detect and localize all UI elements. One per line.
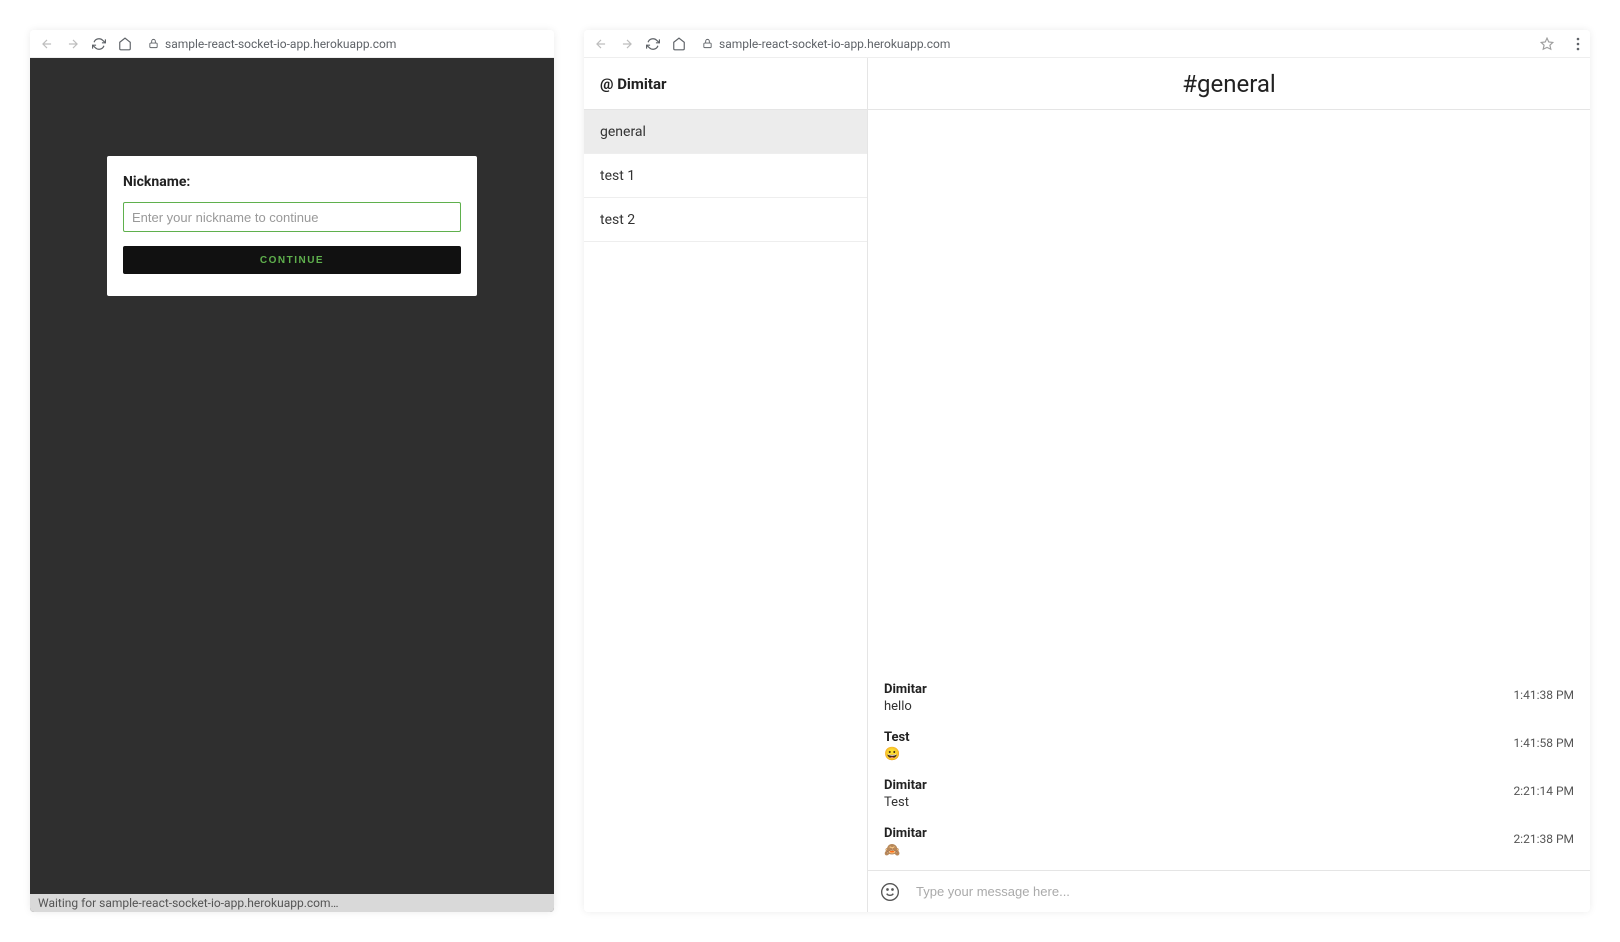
channel-item[interactable]: test 2 <box>584 198 867 242</box>
nickname-input[interactable] <box>123 202 461 232</box>
channel-title: #general <box>868 58 1590 110</box>
message-content: Dimitar 🙈 <box>884 826 927 858</box>
message-list: Dimitar hello 1:41:38 PM Test 😀 1:41:58 PM Dim… <box>868 110 1590 870</box>
lock-icon <box>702 38 713 49</box>
message-content: Test 😀 <box>884 730 910 762</box>
login-card: Nickname: CONTINUE <box>107 156 477 296</box>
message-user: Dimitar <box>884 778 927 793</box>
login-screen: Nickname: CONTINUE Waiting for sample-re… <box>30 58 554 912</box>
lock-icon <box>148 38 159 49</box>
home-icon[interactable] <box>672 37 686 51</box>
message-user: Dimitar <box>884 826 927 841</box>
home-icon[interactable] <box>118 37 132 51</box>
browser-toolbar: sample-react-socket-io-app.herokuapp.com <box>584 30 1590 58</box>
channel-item[interactable]: test 1 <box>584 154 867 198</box>
message-row: Dimitar 🙈 2:21:38 PM <box>884 822 1574 862</box>
address-bar[interactable]: sample-react-socket-io-app.herokuapp.com <box>698 37 1528 51</box>
username-prefix: @ <box>600 75 613 93</box>
message-input[interactable] <box>916 884 1578 899</box>
reload-icon[interactable] <box>646 37 660 51</box>
address-bar[interactable]: sample-react-socket-io-app.herokuapp.com <box>144 37 544 51</box>
channel-item[interactable]: general <box>584 110 867 154</box>
forward-icon[interactable] <box>620 37 634 51</box>
username-text: Dimitar <box>617 75 666 93</box>
browser-toolbar: sample-react-socket-io-app.herokuapp.com <box>30 30 554 58</box>
message-time: 2:21:14 PM <box>1513 784 1574 798</box>
url-text: sample-react-socket-io-app.herokuapp.com <box>165 37 396 51</box>
channel-name: test 2 <box>600 212 635 228</box>
main-chat: #general Dimitar hello 1:41:38 PM Test 😀 1:41… <box>868 58 1590 912</box>
menu-icon[interactable] <box>1576 37 1580 51</box>
sidebar-username: @ Dimitar <box>584 58 867 110</box>
login-window: sample-react-socket-io-app.herokuapp.com… <box>30 30 554 912</box>
message-content: Dimitar Test <box>884 778 927 810</box>
bookmark-icon[interactable] <box>1540 37 1554 51</box>
message-row: Dimitar hello 1:41:38 PM <box>884 678 1574 718</box>
message-time: 1:41:58 PM <box>1513 736 1574 750</box>
message-user: Dimitar <box>884 682 927 697</box>
channel-name: test 1 <box>600 168 635 184</box>
back-icon[interactable] <box>594 37 608 51</box>
url-text: sample-react-socket-io-app.herokuapp.com <box>719 37 950 51</box>
forward-icon[interactable] <box>66 37 80 51</box>
message-time: 1:41:38 PM <box>1513 688 1574 702</box>
message-row: Test 😀 1:41:58 PM <box>884 726 1574 766</box>
channel-list: general test 1 test 2 <box>584 110 867 242</box>
browser-status-bar: Waiting for sample-react-socket-io-app.h… <box>30 894 554 912</box>
nickname-label: Nickname: <box>123 174 461 190</box>
message-time: 2:21:38 PM <box>1513 832 1574 846</box>
message-row: Dimitar Test 2:21:14 PM <box>884 774 1574 814</box>
message-text: Test <box>884 795 927 810</box>
message-text: 🙈 <box>884 843 927 858</box>
composer <box>868 870 1590 912</box>
chat-app: @ Dimitar general test 1 test 2 #general D… <box>584 58 1590 912</box>
back-icon[interactable] <box>40 37 54 51</box>
continue-button[interactable]: CONTINUE <box>123 246 461 274</box>
chat-window: sample-react-socket-io-app.herokuapp.com… <box>584 30 1590 912</box>
message-text: 😀 <box>884 747 910 762</box>
reload-icon[interactable] <box>92 37 106 51</box>
message-text: hello <box>884 699 927 714</box>
emoji-icon[interactable] <box>880 882 900 902</box>
message-content: Dimitar hello <box>884 682 927 714</box>
sidebar: @ Dimitar general test 1 test 2 <box>584 58 868 912</box>
message-user: Test <box>884 730 910 745</box>
channel-name: general <box>600 124 646 140</box>
